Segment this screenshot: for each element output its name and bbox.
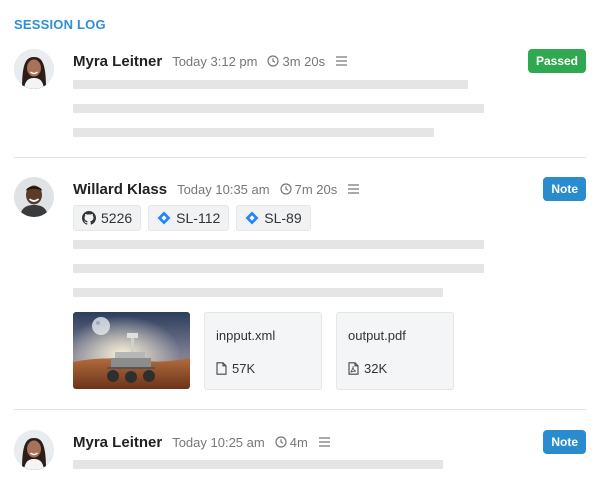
user-name[interactable]: Willard Klass <box>73 181 167 198</box>
tag-label: 5226 <box>101 210 133 226</box>
file-attachment[interactable]: output.pdf 32K <box>336 312 454 390</box>
duration: 3m 20s <box>267 54 325 69</box>
github-icon <box>82 211 96 225</box>
menu-icon[interactable] <box>335 55 348 67</box>
file-attachment[interactable]: inpput.xml 57K <box>204 312 322 390</box>
file-size-value: 57K <box>232 361 256 376</box>
duration: 7m 20s <box>279 181 338 197</box>
timestamp: Today 10:35 am <box>177 181 270 197</box>
clock-icon <box>267 55 280 67</box>
section-title: SESSION LOG <box>14 17 106 32</box>
jira-icon <box>245 211 259 225</box>
clock-icon <box>279 183 292 195</box>
avatar[interactable] <box>14 49 54 89</box>
placeholder-line <box>73 240 484 249</box>
duration-value: 7m 20s <box>294 181 338 197</box>
log-entry: Myra Leitner Today 3:12 pm 3m 20s Passed <box>14 49 586 149</box>
divider <box>14 409 586 410</box>
status-badge: Passed <box>527 49 586 73</box>
file-name: output.pdf <box>348 328 406 343</box>
log-entry: Myra Leitner Today 10:25 am 4m Note <box>14 430 586 489</box>
divider <box>14 157 586 158</box>
menu-icon[interactable] <box>347 183 360 195</box>
file-size-value: 32K <box>364 361 388 376</box>
tag-jira[interactable]: SL-89 <box>236 205 311 231</box>
image-attachment[interactable] <box>73 312 190 389</box>
status-badge: Note <box>543 177 586 201</box>
pdf-file-icon <box>348 362 359 375</box>
avatar[interactable] <box>14 430 54 470</box>
user-name[interactable]: Myra Leitner <box>73 434 162 451</box>
jira-icon <box>157 211 171 225</box>
user-name[interactable]: Myra Leitner <box>73 53 162 70</box>
placeholder-line <box>73 264 484 273</box>
file-size: 32K <box>348 361 387 376</box>
tag-label: SL-112 <box>176 210 221 226</box>
placeholder-line <box>73 104 484 113</box>
tag-jira[interactable]: SL-112 <box>148 205 230 231</box>
log-entry: Willard Klass Today 10:35 am 7m 20s Note… <box>14 177 586 392</box>
placeholder-line <box>73 288 443 297</box>
placeholder-line <box>73 80 468 89</box>
status-badge: Note <box>543 430 586 454</box>
menu-icon[interactable] <box>318 436 331 448</box>
file-size: 57K <box>216 361 255 376</box>
duration-value: 4m <box>289 434 308 450</box>
avatar[interactable] <box>14 177 54 217</box>
duration-value: 3m 20s <box>282 53 326 69</box>
placeholder-line <box>73 460 443 469</box>
placeholder-line <box>73 128 434 137</box>
tag-label: SL-89 <box>264 210 302 226</box>
attachments: inpput.xml 57K output.pdf 32K <box>73 312 454 390</box>
timestamp: Today 3:12 pm <box>172 53 258 69</box>
clock-icon <box>275 436 287 448</box>
file-name: inpput.xml <box>216 328 276 343</box>
file-icon <box>216 362 227 375</box>
mars-rover-image <box>73 312 190 389</box>
tag-github[interactable]: 5226 <box>73 205 142 231</box>
timestamp: Today 10:25 am <box>172 434 265 450</box>
linked-items: 5226 SL-112 SL-89 <box>73 205 311 231</box>
duration: 4m <box>275 435 308 450</box>
